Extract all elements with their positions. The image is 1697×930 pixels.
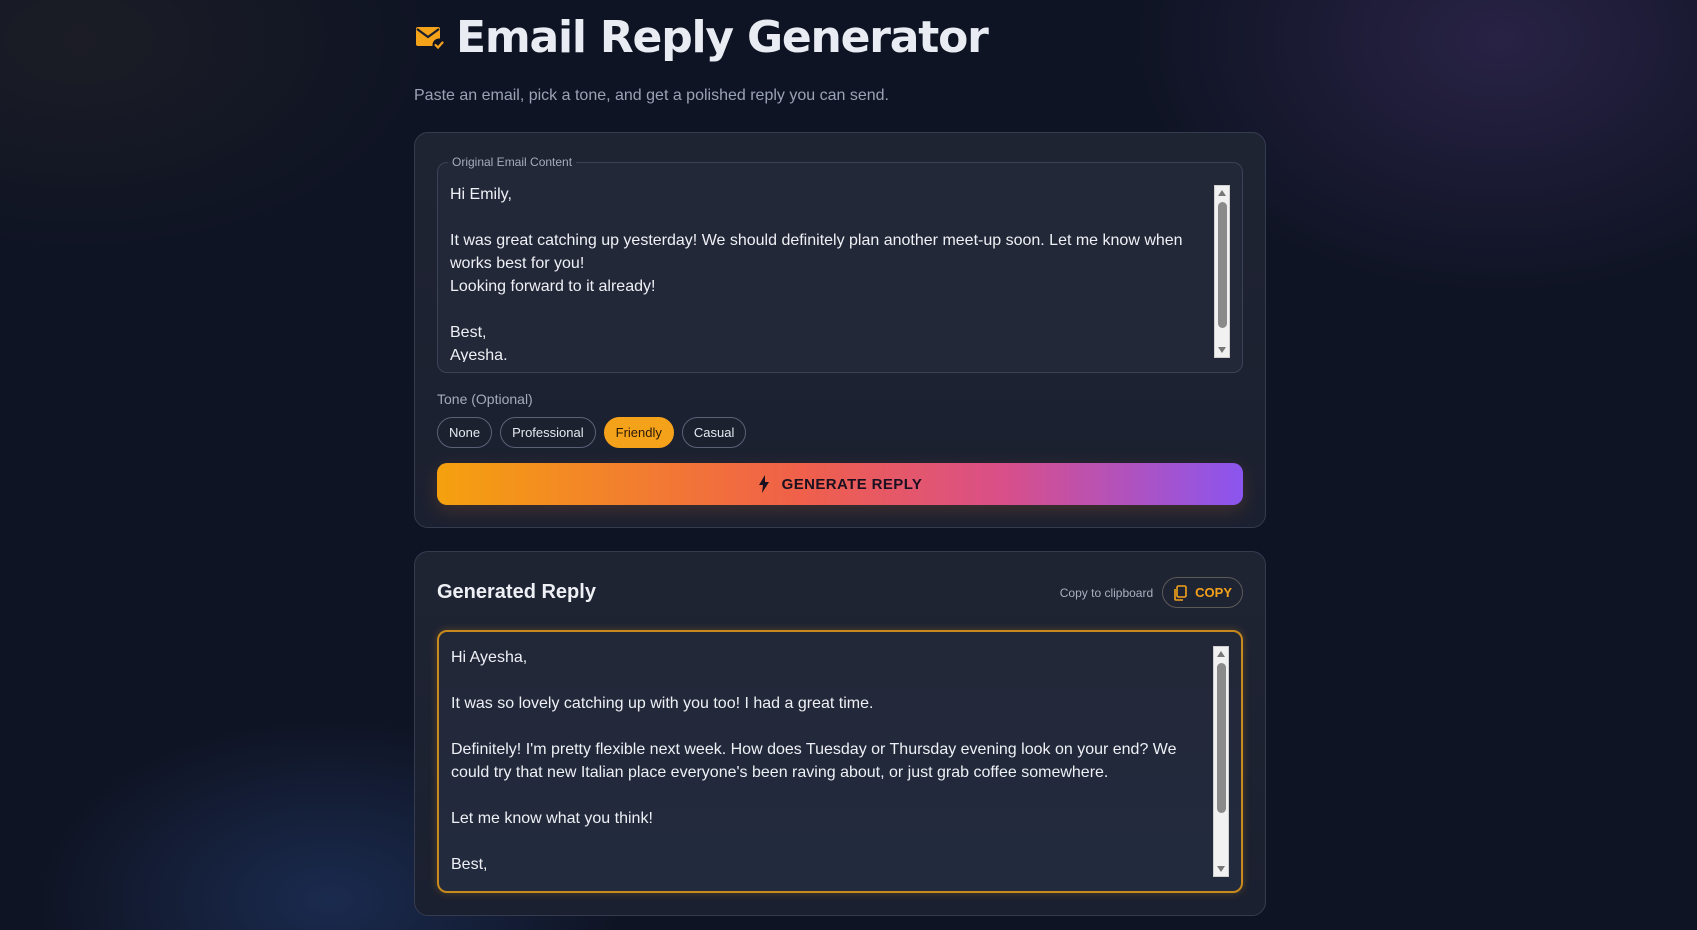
scroll-down-arrow-icon[interactable] (1218, 347, 1226, 353)
scroll-up-arrow-icon[interactable] (1217, 651, 1225, 657)
tone-options: None Professional Friendly Casual (437, 417, 1243, 448)
lightning-icon (758, 475, 770, 493)
scroll-up-arrow-icon[interactable] (1218, 190, 1226, 196)
copy-button[interactable]: COPY (1162, 577, 1243, 608)
page: Email Reply Generator Paste an email, pi… (414, 0, 1266, 916)
generated-reply-field[interactable]: Hi Ayesha, It was so lovely catching up … (437, 630, 1243, 893)
original-email-field[interactable]: Original Email Content Hi Emily, It was … (437, 155, 1243, 373)
scroll-down-arrow-icon[interactable] (1217, 866, 1225, 872)
page-subtitle: Paste an email, pick a tone, and get a p… (414, 87, 889, 104)
mail-check-icon (414, 21, 446, 53)
tone-chip-friendly[interactable]: Friendly (603, 417, 674, 448)
reply-title: Generated Reply (437, 581, 596, 603)
tone-label: Tone (Optional) (437, 391, 533, 407)
original-email-scrollbar[interactable] (1214, 185, 1230, 358)
tone-chip-casual[interactable]: Casual (681, 417, 747, 448)
copy-hint: Copy to clipboard (1059, 585, 1154, 600)
generated-reply-textarea[interactable]: Hi Ayesha, It was so lovely catching up … (451, 646, 1211, 881)
original-email-textarea[interactable]: Hi Emily, It was great catching up yeste… (450, 183, 1212, 362)
compose-card: Original Email Content Hi Emily, It was … (414, 132, 1266, 528)
generate-reply-label: GENERATE REPLY (781, 475, 923, 493)
page-title: Email Reply Generator (456, 11, 989, 63)
reply-header: Generated Reply Copy to clipboard COPY (437, 576, 1243, 609)
generate-reply-button[interactable]: GENERATE REPLY (437, 463, 1243, 505)
scroll-thumb[interactable] (1217, 663, 1226, 813)
scroll-thumb[interactable] (1218, 202, 1227, 328)
original-email-legend: Original Email Content (452, 155, 573, 169)
generated-reply-scrollbar[interactable] (1213, 646, 1229, 877)
tone-chip-none[interactable]: None (437, 417, 493, 448)
header: Email Reply Generator (414, 0, 1266, 74)
copy-button-label: COPY (1195, 585, 1232, 600)
copy-icon (1173, 584, 1187, 601)
copy-area: Copy to clipboard COPY (1060, 577, 1243, 608)
tone-chip-professional[interactable]: Professional (500, 417, 596, 448)
reply-card: Generated Reply Copy to clipboard COPY H… (414, 551, 1266, 916)
